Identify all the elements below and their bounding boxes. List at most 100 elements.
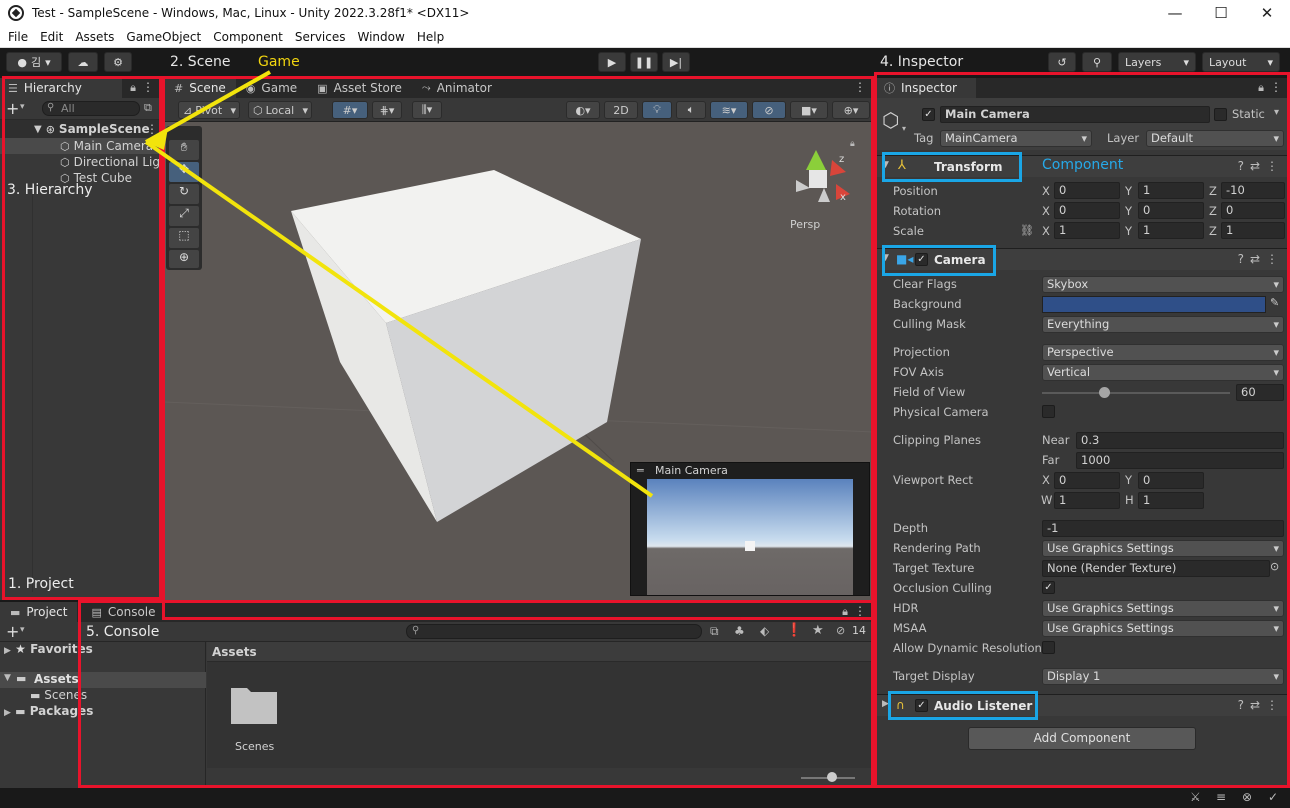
projection-label[interactable]: Persp [790,218,820,231]
menu-gameobject[interactable]: GameObject [120,30,207,44]
shading-mode-dropdown[interactable]: ◐▾ [566,101,600,119]
triangle-down-icon[interactable]: ▼ [882,253,889,263]
lighting-toggle[interactable]: 💡︎ [642,101,672,119]
triangle-right-icon[interactable]: ▶ [882,699,889,709]
undo-history-button[interactable]: ↺ [1048,52,1076,72]
audio-listener-enabled-checkbox[interactable]: ✓ [915,699,928,712]
increment-snap-button[interactable]: ⫼▾ [412,101,442,119]
drag-handle-icon[interactable]: ═ [637,464,644,477]
fov-axis-dropdown[interactable]: Vertical [1042,364,1284,381]
menu-services[interactable]: Services [289,30,352,44]
pivot-dropdown[interactable]: ⊿ Pivot ▾ [178,101,240,119]
project-search-input[interactable]: ⚲ [406,624,702,639]
tree-item-packages[interactable]: ▶ ▬ Packages [4,704,93,718]
hand-tool-button[interactable]: ✋︎ [169,140,199,160]
background-color-swatch[interactable] [1042,296,1266,313]
transform-component-header[interactable]: ▼ ⅄ Transform Component ?⇄⋮ [876,155,1290,177]
more-options-icon[interactable]: ⋮ [854,80,866,94]
chevron-down-icon[interactable]: ▾ [20,625,25,635]
debug-mode-icon[interactable]: ⚔ [1190,790,1201,804]
position-z-field[interactable]: -10 [1221,182,1285,199]
scale-z-field[interactable]: 1 [1221,222,1285,239]
hierarchy-item-main-camera[interactable]: ⬡ Main Camera [0,138,162,154]
tab-hierarchy[interactable]: ☰ Hierarchy [0,78,122,98]
more-options-icon[interactable]: ⋮ [1266,698,1284,712]
rect-tool-button[interactable]: ⬚ [169,228,199,248]
scene-more-icon[interactable]: ⋮ [146,122,158,136]
scene-row[interactable]: ▼ ⊛ SampleScene ⋮ [0,120,162,138]
far-field[interactable]: 1000 [1076,452,1284,469]
rotation-x-field[interactable]: 0 [1054,202,1120,219]
hidden-packages-icon[interactable]: ⊘ [836,624,845,637]
effects-dropdown[interactable]: ≋▾ [710,101,748,119]
audio-listener-component-header[interactable]: ▶ ∩ ✓ Audio Listener ?⇄⋮ [876,694,1290,716]
hierarchy-search-input[interactable]: ⚲ All [42,101,140,116]
maximize-button[interactable]: ☐ [1198,0,1244,26]
chevron-down-icon[interactable]: ▾ [1274,107,1279,118]
rotation-y-field[interactable]: 0 [1138,202,1204,219]
hdr-dropdown[interactable]: Use Graphics Settings [1042,600,1284,617]
scale-tool-button[interactable]: ⤢ [169,206,199,226]
preset-sliders-icon[interactable]: ⇄ [1250,252,1266,266]
add-icon[interactable]: + [6,622,19,641]
scale-x-field[interactable]: 1 [1054,222,1120,239]
menu-file[interactable]: File [2,30,34,44]
gizmos-dropdown[interactable]: ⊕▾ [832,101,870,119]
triangle-down-icon[interactable]: ▼ [882,160,889,170]
asset-folder-scenes[interactable]: Scenes [223,682,283,753]
fov-slider-thumb[interactable] [1099,387,1111,398]
tab-animator[interactable]: ⤳ Animator [411,78,502,98]
menu-assets[interactable]: Assets [69,30,120,44]
triangle-right-icon[interactable]: ▶ [4,708,11,718]
lock-icon[interactable]: 🔒︎ [842,605,848,619]
tree-item-favorites[interactable]: ▶ ★ Favorites [4,642,93,656]
chevron-down-icon[interactable]: ▾ [20,102,25,112]
msaa-dropdown[interactable]: Use Graphics Settings [1042,620,1284,637]
triangle-right-icon[interactable]: ▶ [4,646,11,656]
help-icon[interactable]: ? [1238,698,1250,712]
chevron-down-icon[interactable]: ▾ [902,124,906,133]
fov-slider-track[interactable] [1042,392,1230,394]
cache-server-icon[interactable]: ≡ [1216,790,1226,804]
rotation-z-field[interactable]: 0 [1221,202,1285,219]
breadcrumb-assets[interactable]: Assets [212,645,257,659]
pause-button[interactable]: ❚❚ [630,52,658,72]
target-texture-field[interactable]: None (Render Texture) [1042,560,1270,577]
tab-inspector[interactable]: ⓘ Inspector [876,78,976,98]
occlusion-culling-checkbox[interactable]: ✓ [1042,581,1055,594]
help-icon[interactable]: ? [1238,159,1250,173]
triangle-down-icon[interactable]: ▼ [4,673,11,683]
camera-enabled-checkbox[interactable]: ✓ [915,253,928,266]
cloud-button[interactable]: ☁ [68,52,98,72]
scene-viewport[interactable]: z x 🔒︎ Persp ✋︎ ✥ ↻ ⤢ ⬚ ⊕ ═ Main Camera [164,122,874,600]
tree-item-scenes[interactable]: ▬ Scenes [30,688,87,702]
triangle-down-icon[interactable]: ▼ [34,124,42,135]
step-button[interactable]: ▶| [662,52,690,72]
clear-flags-dropdown[interactable]: Skybox [1042,276,1284,293]
audio-toggle[interactable]: 🔈︎ [676,101,706,119]
constrain-proportions-icon[interactable]: ⛓ [1020,224,1034,237]
more-options-icon[interactable]: ⋮ [854,604,866,618]
camera-component-header[interactable]: ▼ ■◂ ✓ Camera ?⇄⋮ [876,248,1290,270]
scene-visibility-icon[interactable]: ⧉ [144,101,152,115]
search-by-type-icon[interactable]: ⧉ [710,624,719,639]
search-button[interactable]: ⚲ [1082,52,1112,72]
tab-asset-store[interactable]: ▣ Asset Store [307,78,412,98]
tab-game[interactable]: ◉ Game [235,78,308,98]
tab-project[interactable]: ▬ Project [0,602,78,622]
target-display-dropdown[interactable]: Display 1 [1042,668,1284,685]
add-icon[interactable]: + [6,99,19,118]
static-checkbox[interactable] [1214,108,1227,121]
viewport-x-field[interactable]: 0 [1054,472,1120,489]
add-component-button[interactable]: Add Component [968,727,1196,750]
tab-scene[interactable]: # Scene [164,78,236,98]
menu-help[interactable]: Help [411,30,450,44]
layers-dropdown[interactable]: Layers ▾ [1118,52,1196,72]
physical-camera-checkbox[interactable] [1042,405,1055,418]
lock-icon[interactable]: 🔒︎ [130,81,136,95]
snap-increment-button[interactable]: ⋕▾ [372,101,402,119]
layer-dropdown[interactable]: Default [1146,130,1284,147]
play-button[interactable]: ▶ [598,52,626,72]
menu-edit[interactable]: Edit [34,30,69,44]
warning-icon[interactable]: ❗ [786,623,802,638]
